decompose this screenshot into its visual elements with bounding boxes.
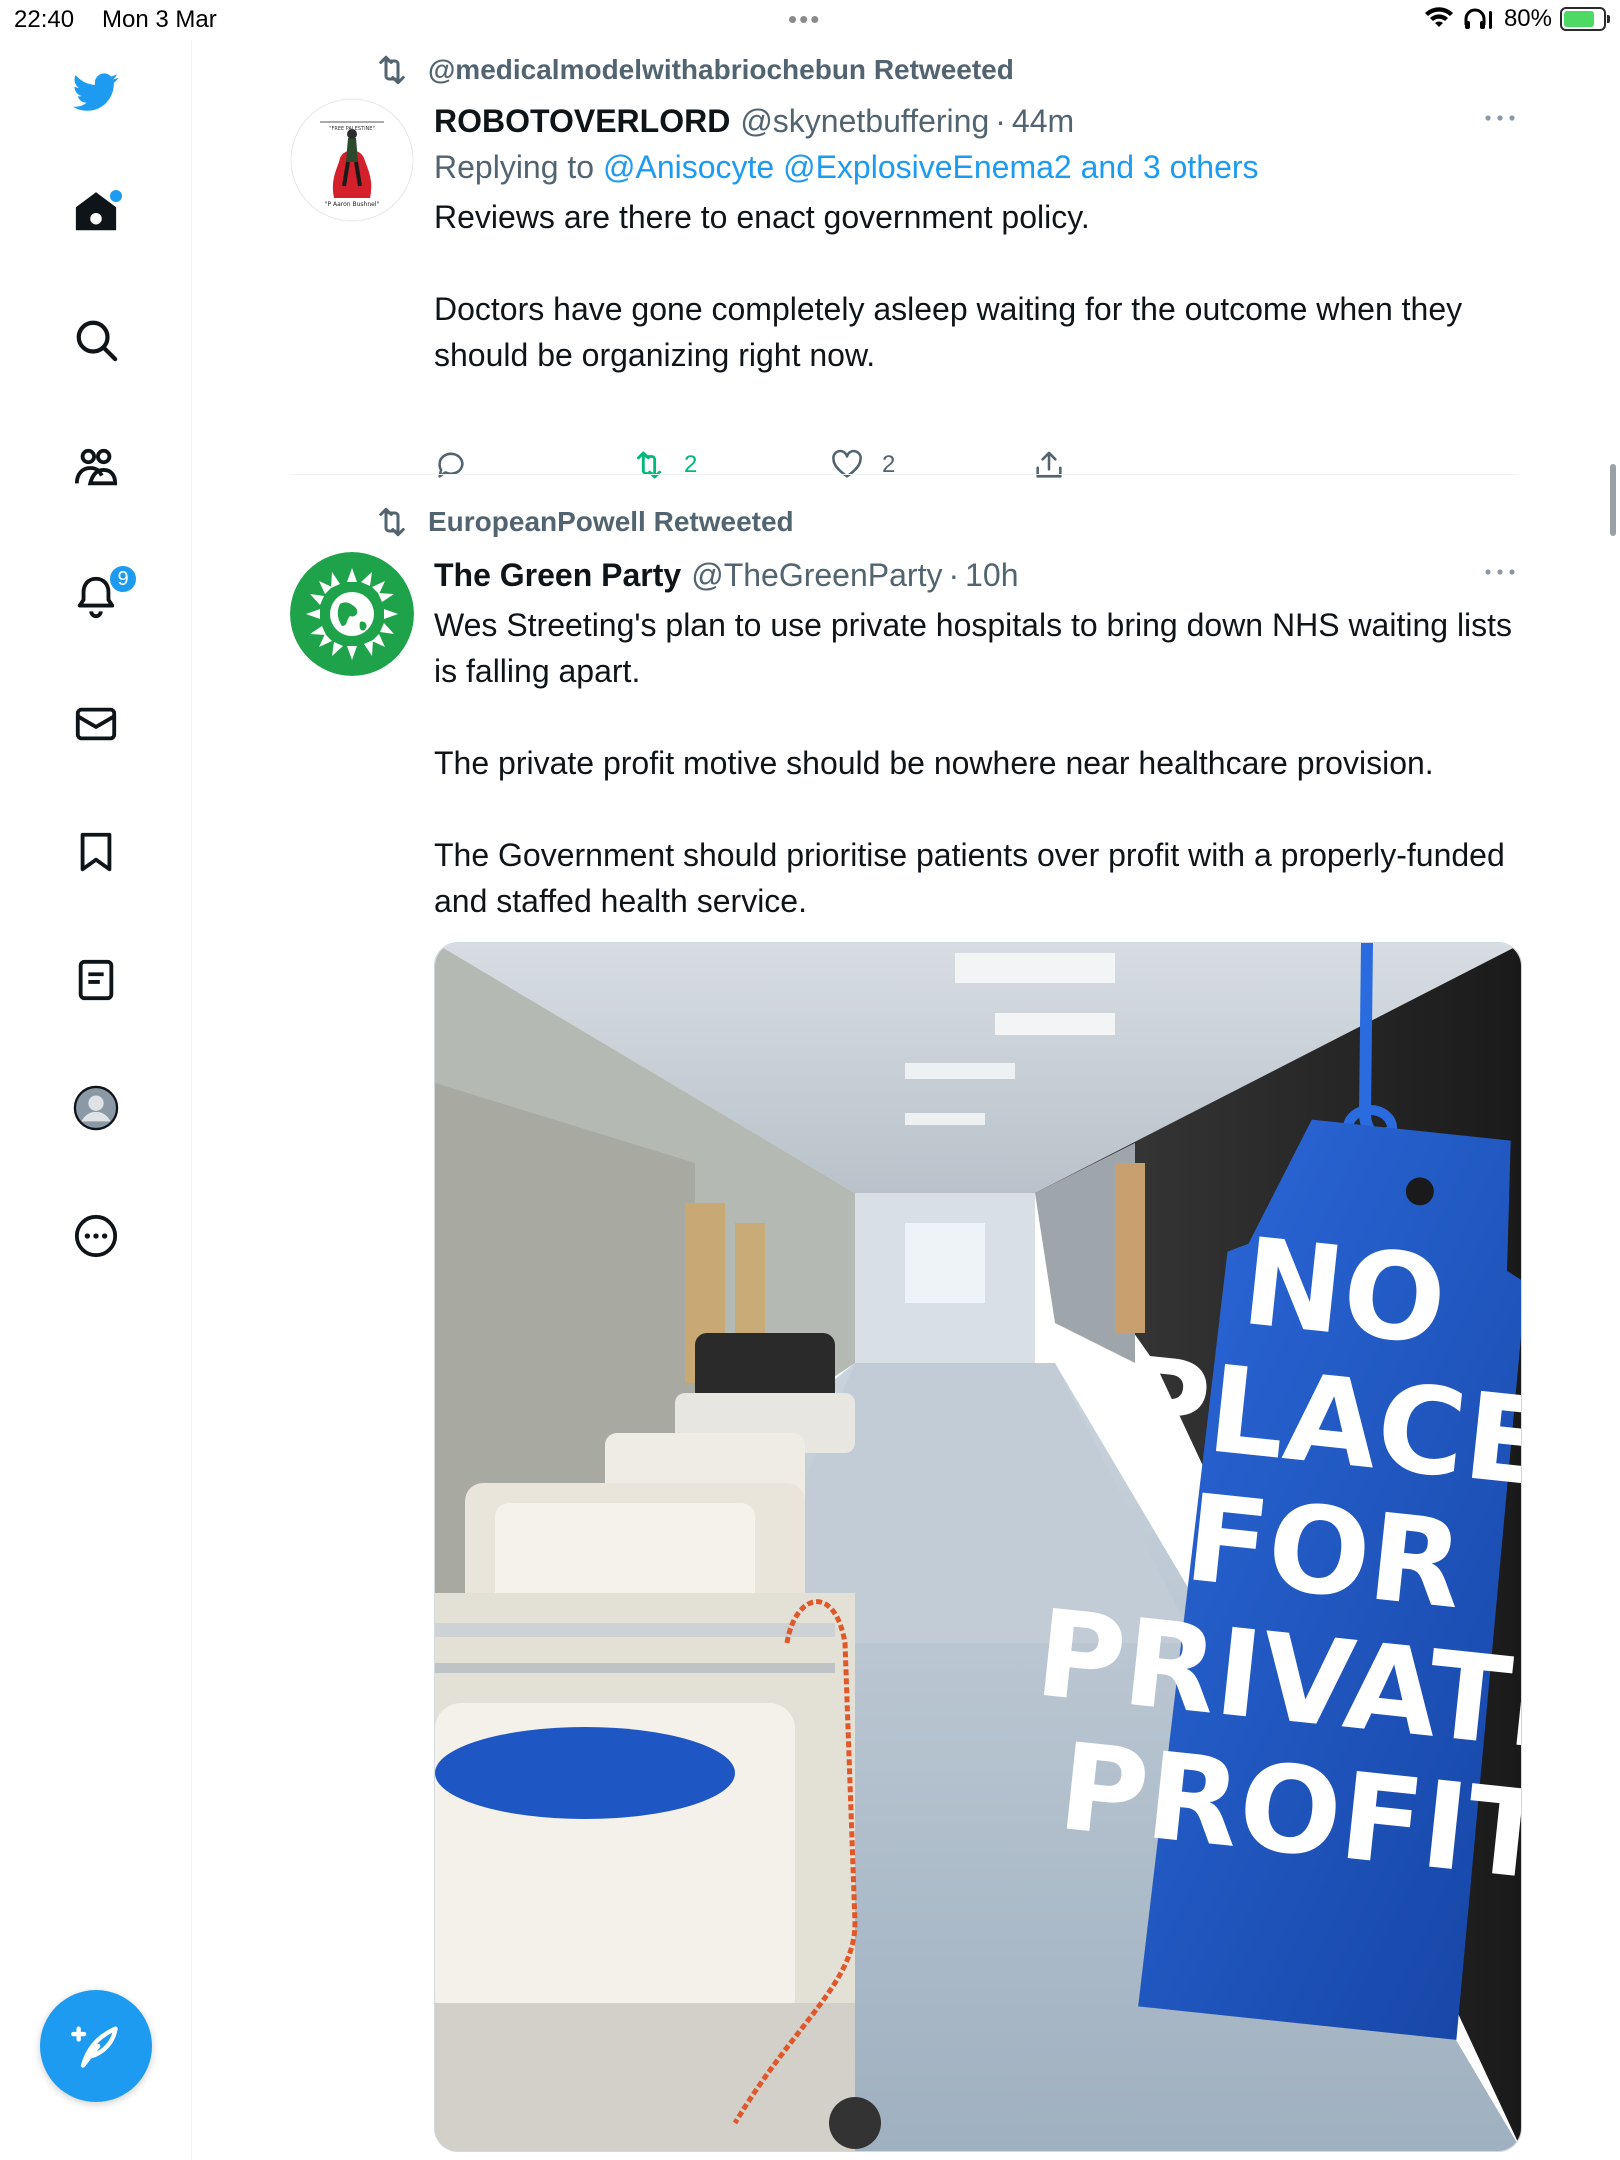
retweet-button[interactable]: 2	[632, 448, 697, 482]
tweet-paragraph: Doctors have gone completely asleep wait…	[434, 291, 1463, 373]
avatar-icon	[73, 1085, 119, 1131]
author-handle[interactable]: @skynetbuffering	[740, 98, 989, 144]
green-party-logo-icon	[290, 552, 414, 676]
status-indicators: 80%	[1424, 5, 1610, 33]
notification-badge: 9	[108, 564, 138, 594]
more-horizontal-icon	[1485, 569, 1515, 575]
hospital-corridor-image: NO PLACE FOR PRIVATE PROFIT	[435, 943, 1521, 2151]
author-handle[interactable]: @TheGreenParty	[691, 552, 942, 598]
sidebar-item-bookmarks[interactable]	[66, 822, 126, 882]
headphones-icon	[1464, 8, 1492, 29]
tweet-time[interactable]: 44m	[1012, 98, 1074, 144]
home-new-dot	[110, 190, 122, 202]
scrollbar[interactable]	[1610, 464, 1616, 536]
bird-icon	[73, 73, 119, 111]
tweet-header: The Green Party @TheGreenParty · 10h	[434, 552, 1520, 598]
tweet-content: ROBOTOVERLORD @skynetbuffering · 44m Rep…	[434, 98, 1520, 378]
timeline: @medicalmodelwithabriochebun Retweeted "…	[192, 40, 1620, 2160]
sidebar-nav: 9	[0, 40, 192, 2160]
tweet-divider	[290, 474, 1518, 475]
sidebar-item-explore[interactable]	[66, 310, 126, 370]
retweet-icon	[379, 55, 405, 85]
tweet-paragraph: The Government should prioritise patient…	[434, 837, 1505, 919]
envelope-icon	[75, 707, 117, 741]
tweet-time[interactable]: 10h	[965, 552, 1018, 598]
avatar-caption-top: "FREE PALESTINE"	[329, 126, 375, 132]
tweet-content: The Green Party @TheGreenParty · 10h Wes…	[434, 552, 1520, 924]
tweet-more-button[interactable]	[1480, 98, 1520, 138]
tweet-paragraph: Wes Streeting's plan to use private hosp…	[434, 607, 1513, 689]
more-horizontal-icon	[1485, 115, 1515, 121]
green-party-avatar[interactable]	[290, 552, 414, 676]
search-icon	[76, 320, 118, 362]
sidebar-item-lists[interactable]	[66, 950, 126, 1010]
like-button[interactable]: 2	[830, 448, 895, 482]
compose-tweet-button[interactable]	[40, 1990, 152, 2102]
twitter-logo[interactable]	[66, 62, 126, 122]
heart-icon	[832, 449, 862, 478]
multitasking-dots[interactable]: •••	[788, 4, 821, 35]
bookmark-icon	[80, 832, 112, 872]
sidebar-item-notifications[interactable]: 9	[66, 564, 138, 626]
header-separator: ·	[995, 103, 1006, 139]
retweeted-by-label: EuropeanPowell Retweeted	[428, 506, 794, 537]
sidebar-item-home[interactable]	[66, 182, 126, 242]
battery-icon	[1560, 7, 1610, 31]
share-icon	[1036, 451, 1062, 478]
battery-percent: 80%	[1503, 5, 1552, 32]
retweet-icon	[379, 507, 405, 537]
status-time: 22:40	[14, 6, 75, 33]
avatar-caption-bottom: "P Aaron Bushnel"	[325, 201, 380, 208]
replying-to: Replying to @Anisocyte @ExplosiveEnema2 …	[434, 144, 1520, 190]
tweet-paragraph: Reviews are there to enact government po…	[434, 199, 1090, 235]
tweet-text: Reviews are there to enact government po…	[434, 194, 1520, 378]
sidebar-item-profile[interactable]	[66, 1078, 126, 1138]
sidebar-item-communities[interactable]	[66, 438, 126, 498]
tweet-more-button[interactable]	[1480, 552, 1520, 592]
replying-to-links[interactable]: @Anisocyte @ExplosiveEnema2 and 3 others	[603, 149, 1259, 185]
list-icon	[78, 959, 114, 1001]
tweet-image[interactable]: NO PLACE FOR PRIVATE PROFIT	[434, 942, 1522, 2152]
sidebar-item-messages[interactable]	[66, 694, 126, 754]
retweet-context[interactable]: EuropeanPowell Retweeted	[374, 502, 794, 542]
retweeted-by-label: @medicalmodelwithabriochebun Retweeted	[428, 54, 1014, 85]
status-date: Mon 3 Mar	[102, 6, 217, 33]
reply-icon	[438, 452, 464, 478]
retweet-icon	[636, 451, 662, 479]
avatar-artwork-icon: "FREE PALESTINE" "P Aaron Bushnel"	[290, 98, 414, 222]
tweet-avatar[interactable]: "FREE PALESTINE" "P Aaron Bushnel"	[290, 98, 414, 222]
sidebar-item-more[interactable]	[66, 1206, 126, 1266]
author-name[interactable]: The Green Party	[434, 552, 681, 598]
reply-button[interactable]	[434, 448, 468, 482]
share-button[interactable]	[1032, 448, 1066, 482]
compose-feather-icon	[71, 2026, 118, 2068]
status-bar: 22:40 Mon 3 Mar ••• 80%	[0, 0, 1620, 40]
retweet-context[interactable]: @medicalmodelwithabriochebun Retweeted	[374, 50, 1014, 90]
replying-prefix: Replying to	[434, 149, 595, 185]
author-name[interactable]: ROBOTOVERLORD	[434, 98, 730, 144]
header-separator: ·	[948, 557, 960, 593]
tweet-text: Wes Streeting's plan to use private hosp…	[434, 602, 1520, 924]
wifi-icon	[1424, 7, 1453, 27]
tweet-paragraph: The private profit motive should be nowh…	[434, 745, 1434, 781]
tweet-header: ROBOTOVERLORD @skynetbuffering · 44m	[434, 98, 1520, 144]
more-circle-icon	[74, 1214, 118, 1258]
people-icon	[74, 448, 118, 486]
